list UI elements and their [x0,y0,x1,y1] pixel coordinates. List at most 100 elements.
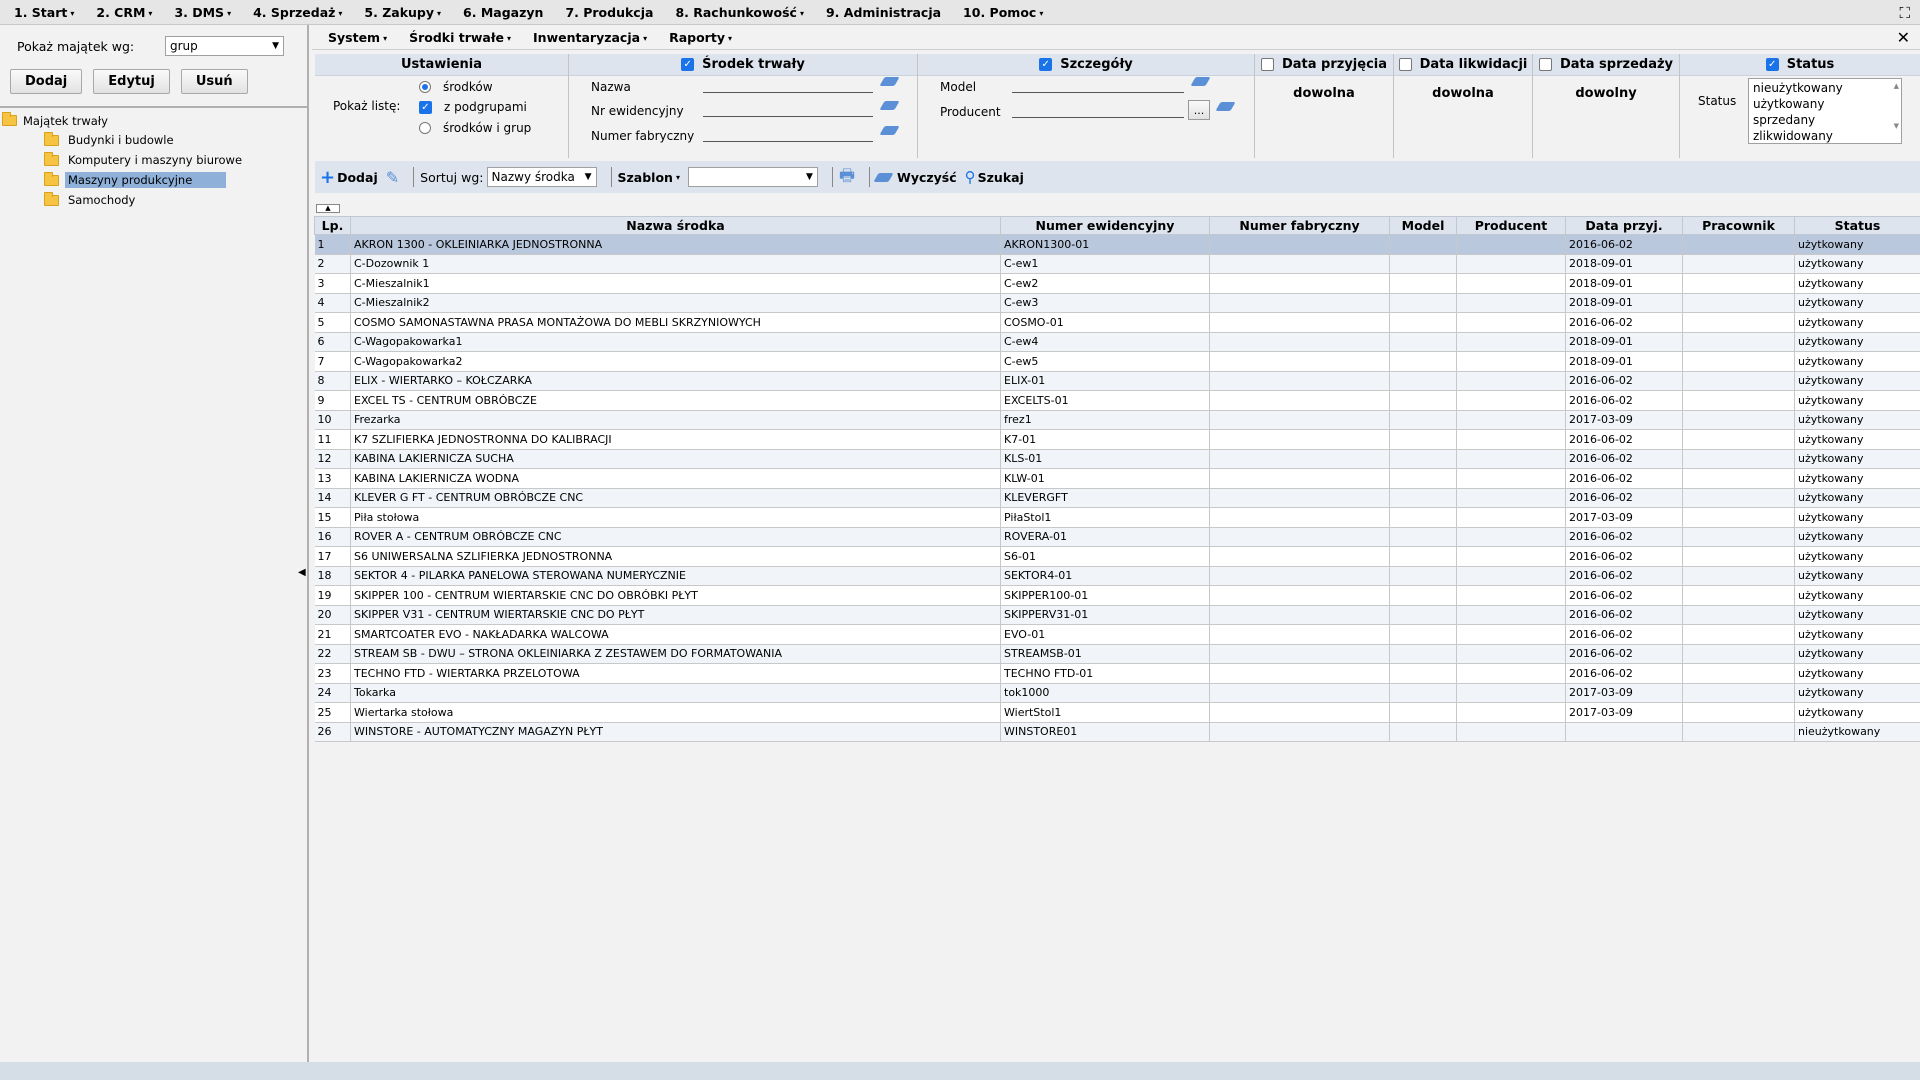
column-header[interactable]: Producent [1456,216,1566,235]
table-row[interactable]: 2 C-Dozownik 1 C-ew1 2018-09-01 użytkowany [314,254,1920,274]
radio-assets-groups[interactable]: środków i grup [419,121,531,135]
delete-group-button[interactable]: Usuń [180,69,248,94]
sub-menu-item[interactable]: Inwentaryzacja ▾ [533,30,647,45]
table-row[interactable]: 12 KABINA LAKIERNICZA SUCHA KLS-01 2016-06-… [314,449,1920,469]
top-menu-item[interactable]: 7. Produkcja [565,5,653,20]
details-checkbox[interactable]: ✓ [1039,58,1053,71]
status-listbox[interactable]: nieużytkowany użytkowany sprzedany zlikwido… [1748,78,1902,144]
top-menu-label: 6. Magazyn [463,4,544,20]
sort-select[interactable]: Nazwy środka ▼ [486,167,597,187]
eraser-icon[interactable] [879,101,900,110]
tree-item[interactable]: Budynki i budowle [0,130,307,150]
status-checkbox[interactable]: ✓ [1765,58,1779,71]
table-row[interactable]: 7 C-Wagopakowarka2 C-ew5 2018-09-01 użytkowa… [314,351,1920,372]
date-liq-checkbox[interactable] [1398,58,1412,71]
eraser-icon[interactable] [879,126,900,135]
print-icon[interactable]: 🖶 [839,163,855,192]
date-in-checkbox[interactable] [1260,58,1274,71]
table-row[interactable]: 13 KABINA LAKIERNICZA WODNA KLW-01 2016-06-… [314,468,1920,489]
collapse-panel-icon[interactable]: ◀ [298,567,306,578]
sub-menu-item[interactable]: Środki trwałe ▾ [409,30,511,45]
serial-filter-input[interactable] [703,128,873,142]
table-row[interactable]: 16 ROVER A - CENTRUM OBRÓBCZE CNC ROVERA-0… [314,527,1920,547]
asset-checkbox[interactable]: ✓ [681,58,695,71]
radio-assets[interactable]: środków [419,80,493,94]
top-menu-item[interactable]: 2. CRM ▾ [96,5,152,20]
checkbox-subgroups[interactable]: ✓ z podgrupami [419,100,527,114]
table-row[interactable]: 18 SEKTOR 4 - PILARKA PANELOWA STEROWANA … [314,566,1920,586]
eraser-icon[interactable] [1190,77,1211,86]
clear-button[interactable]: Wyczyść [873,170,957,185]
date-sale-checkbox[interactable] [1538,58,1552,71]
tree-root[interactable]: Majątek trwały [0,111,307,130]
top-menu-item[interactable]: 5. Zakupy ▾ [364,5,441,20]
column-header[interactable]: Data przyj. [1565,216,1683,235]
table-row[interactable]: 11 K7 SZLIFIERKA JEDNOSTRONNA DO KALIBRAC… [314,429,1920,450]
template-select[interactable]: ▼ [687,167,818,187]
producer-picker-button[interactable]: ... [1188,100,1210,120]
edit-icon[interactable]: ✎ [386,168,399,187]
top-menu-item[interactable]: 9. Administracja [826,5,941,20]
column-header[interactable]: Pracownik [1682,216,1795,235]
table-cell [1456,585,1566,606]
table-row[interactable]: 3 C-Mieszalnik1 C-ew2 2018-09-01 użytkowany [314,273,1920,294]
tree-item[interactable]: Maszyny produkcyjne [0,170,307,190]
table-row[interactable]: 4 C-Mieszalnik2 C-ew3 2018-09-01 użytkowany [314,293,1920,313]
top-menu-item[interactable]: 6. Magazyn [463,5,543,20]
add-group-button[interactable]: Dodaj [10,69,83,94]
table-row[interactable]: 14 KLEVER G FT - CENTRUM OBRÓBCZE CNC KLEV… [314,488,1920,508]
column-header[interactable]: Lp. [314,216,351,235]
table-row[interactable]: 17 S6 UNIWERSALNA SZLIFIERKA JEDNOSTRONNA… [314,546,1920,567]
status-option[interactable]: nieużytkowany [1753,80,1897,96]
top-menu-item[interactable]: 8. Rachunkowość ▾ [675,5,804,20]
table-row[interactable]: 1 AKRON 1300 - OKLEINIARKA JEDNOSTRONNA AK… [314,234,1920,255]
status-option[interactable]: użytkowany [1753,96,1897,112]
top-menu-item[interactable]: 1. Start ▾ [14,5,74,20]
table-row[interactable]: 15 Piła stołowa PiłaStol1 2017-03-09 użytkow… [314,507,1920,528]
search-button[interactable]: ⚲ Szukaj [965,168,1024,186]
table-row[interactable]: 20 SKIPPER V31 - CENTRUM WIERTARSKIE CNC … [314,605,1920,625]
column-header[interactable]: Numer ewidencyjny [1000,216,1210,235]
fullscreen-icon[interactable]: ⛶ [1899,4,1910,22]
column-header[interactable]: Model [1389,216,1457,235]
add-asset-button[interactable]: + Dodaj [320,167,378,188]
top-menu-item[interactable]: 10. Pomoc ▾ [963,5,1043,20]
table-row[interactable]: 6 C-Wagopakowarka1 C-ew4 2018-09-01 użytkowa… [314,332,1920,352]
status-option[interactable]: zlikwidowany [1753,128,1897,144]
sub-menu-item[interactable]: Raporty ▾ [669,30,732,45]
table-row[interactable]: 22 STREAM SB - DWU – STRONA OKLEINIARKA Z… [314,644,1920,664]
table-row[interactable]: 8 ELIX - WIERTARKO – KOŁCZARKA ELIX-01 2016… [314,371,1920,391]
tree-item[interactable]: Samochody [0,190,307,210]
sub-menu-item[interactable]: System ▾ [328,30,387,45]
show-by-select[interactable]: grup ▼ [165,36,284,56]
table-row[interactable]: 9 EXCEL TS - CENTRUM OBRÓBCZE EXCELTS-01 20… [314,390,1920,411]
table-row[interactable]: 23 TECHNO FTD - WIERTARKA PRZELOTOWA TECHN… [314,663,1920,684]
table-row[interactable]: 25 Wiertarka stołowa WiertStol1 2017-03-09 u… [314,702,1920,723]
status-option[interactable]: sprzedany [1753,112,1897,128]
producer-filter-input[interactable] [1012,104,1184,118]
table-cell: C-Dozownik 1 [350,254,1001,274]
column-header[interactable]: Numer fabryczny [1209,216,1390,235]
table-row[interactable]: 21 SMARTCOATER EVO - NAKŁADARKA WALCOWA EV… [314,624,1920,645]
tree-item[interactable]: Komputery i maszyny biurowe [0,150,307,170]
inv-filter-input[interactable] [703,103,873,117]
model-filter-input[interactable] [1012,79,1184,93]
template-menu[interactable]: Szablon ▾ [618,170,680,185]
table-row[interactable]: 26 WINSTORE - AUTOMATYCZNY MAGAZYN PŁYT WI… [314,722,1920,742]
table-row[interactable]: 5 COSMO SAMONASTAWNA PRASA MONTAŻOWA DO M… [314,312,1920,333]
table-row[interactable]: 10 Frezarka frez1 2017-03-09 użytkowany [314,410,1920,430]
top-menu-item[interactable]: 4. Sprzedaż ▾ [253,5,342,20]
table-row[interactable]: 19 SKIPPER 100 - CENTRUM WIERTARSKIE CNC … [314,585,1920,606]
close-icon[interactable]: ✕ [1897,28,1910,47]
sort-toggle[interactable]: ▲ [316,204,340,213]
table-row[interactable]: 24 Tokarka tok1000 2017-03-09 użytkowany [314,683,1920,703]
eraser-icon[interactable] [1215,102,1236,111]
column-header[interactable]: Nazwa środka [350,216,1001,235]
column-header[interactable]: Status [1794,216,1920,235]
scroll-arrows-icon[interactable]: ▲ ▼ [1894,81,1899,131]
eraser-icon[interactable] [879,77,900,86]
name-filter-input[interactable] [703,79,873,93]
top-menu-item[interactable]: 3. DMS ▾ [174,5,231,20]
top-menu-label: 1. Start [14,4,68,20]
edit-group-button[interactable]: Edytuj [93,69,170,94]
